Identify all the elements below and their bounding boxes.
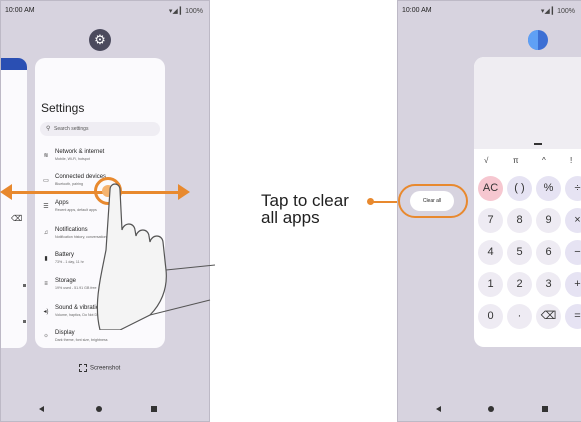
equals-key[interactable]: =	[565, 304, 581, 329]
sqrt-key[interactable]: √	[484, 156, 488, 165]
battery-icon: ▮	[44, 256, 48, 262]
digit-2-key[interactable]: 2	[507, 272, 532, 297]
clear-all-highlight	[398, 184, 468, 218]
digit-7-key[interactable]: 7	[478, 208, 503, 233]
divider	[23, 320, 26, 323]
recents-icon[interactable]	[542, 406, 548, 412]
callout-line-1: Tap to clear	[261, 191, 349, 210]
subtract-key[interactable]: −	[565, 240, 581, 265]
page-title: Settings	[41, 101, 85, 115]
backspace-key[interactable]: ⌫	[536, 304, 561, 329]
previous-app-card[interactable]: ⌫	[1, 58, 27, 348]
instruction-callout: Tap to clear all apps	[261, 192, 349, 226]
back-icon[interactable]	[39, 406, 44, 412]
power-key[interactable]: ^	[542, 156, 546, 165]
display-icon: ☼	[43, 333, 49, 339]
bell-icon: ♫	[43, 230, 49, 236]
callout-line-2: all apps	[261, 208, 320, 227]
settings-item-title: Battery	[55, 252, 75, 258]
backspace-icon: ⌫	[11, 214, 23, 223]
arrow-left-icon	[0, 184, 12, 200]
factorial-key[interactable]: !	[570, 156, 572, 165]
storage-icon: ≡	[44, 281, 48, 287]
status-battery: ▾◢ ▎100%	[540, 8, 575, 15]
status-bar: 10:00 AM ▾◢ ▎100%	[5, 7, 203, 19]
navigation-bar	[398, 403, 581, 415]
digit-0-key[interactable]: 0	[478, 304, 503, 329]
recents-icon[interactable]	[151, 406, 157, 412]
multiply-key[interactable]: ×	[565, 208, 581, 233]
status-time: 10:00 AM	[5, 7, 35, 14]
search-icon: ⚲	[46, 126, 51, 132]
settings-item-display[interactable]: ☼ Display Dark theme, font size, brightn…	[35, 328, 165, 348]
calculator-app-icon[interactable]	[528, 30, 548, 50]
settings-item-subtitle: Mobile, Wi-Fi, hotspot	[55, 157, 90, 161]
apps-icon: ☰	[43, 204, 49, 210]
devices-icon: ▭	[43, 178, 49, 184]
display-cursor	[534, 143, 542, 145]
digit-9-key[interactable]: 9	[536, 208, 561, 233]
percent-key[interactable]: %	[536, 176, 561, 201]
calculator-display	[474, 57, 581, 149]
callout-leader-dot	[367, 198, 374, 205]
clear-key[interactable]: AC	[478, 176, 503, 201]
screenshot-label: Screenshot	[90, 365, 121, 372]
digit-4-key[interactable]: 4	[478, 240, 503, 265]
settings-app-icon[interactable]: ⚙	[89, 29, 111, 51]
hand-icon	[96, 183, 216, 330]
sound-icon: ◂)	[43, 309, 49, 315]
add-key[interactable]: +	[565, 272, 581, 297]
screenshot-icon	[79, 364, 87, 372]
previous-app-header	[1, 58, 27, 70]
home-icon[interactable]	[488, 406, 494, 412]
digit-5-key[interactable]: 5	[507, 240, 532, 265]
settings-item-title: Storage	[55, 278, 77, 284]
search-input[interactable]: ⚲ Search settings	[40, 122, 160, 136]
status-time: 10:00 AM	[402, 7, 432, 14]
digit-3-key[interactable]: 3	[536, 272, 561, 297]
settings-item-title: Apps	[55, 200, 69, 206]
divider	[23, 284, 26, 287]
digit-1-key[interactable]: 1	[478, 272, 503, 297]
calculator-app-card[interactable]: √ π ^ ! AC ( ) % ÷ 7 8 9 × 4 5 6 − 1 2 3…	[474, 57, 581, 347]
divide-key[interactable]: ÷	[565, 176, 581, 201]
settings-item-title: Network & internet	[55, 149, 105, 155]
screenshot-button[interactable]: Screenshot	[79, 364, 120, 372]
decimal-key[interactable]: ·	[507, 304, 532, 329]
wifi-icon: ≋	[43, 153, 49, 159]
status-bar: 10:00 AM ▾◢ ▎100%	[402, 7, 575, 19]
back-icon[interactable]	[436, 406, 441, 412]
digit-8-key[interactable]: 8	[507, 208, 532, 233]
search-placeholder: Search settings	[54, 126, 89, 132]
settings-item-subtitle: Dark theme, font size, brightness	[55, 338, 108, 342]
navigation-bar	[1, 403, 209, 415]
home-icon[interactable]	[96, 406, 102, 412]
pi-key[interactable]: π	[513, 156, 519, 165]
settings-item-title: Display	[55, 330, 75, 336]
settings-item-subtitle: Bluetooth, pairing	[55, 182, 83, 186]
status-battery: ▾◢ ▎100%	[168, 8, 203, 15]
parentheses-key[interactable]: ( )	[507, 176, 532, 201]
settings-item-network[interactable]: ≋ Network & internet Mobile, Wi-Fi, hots…	[35, 147, 165, 171]
digit-6-key[interactable]: 6	[536, 240, 561, 265]
